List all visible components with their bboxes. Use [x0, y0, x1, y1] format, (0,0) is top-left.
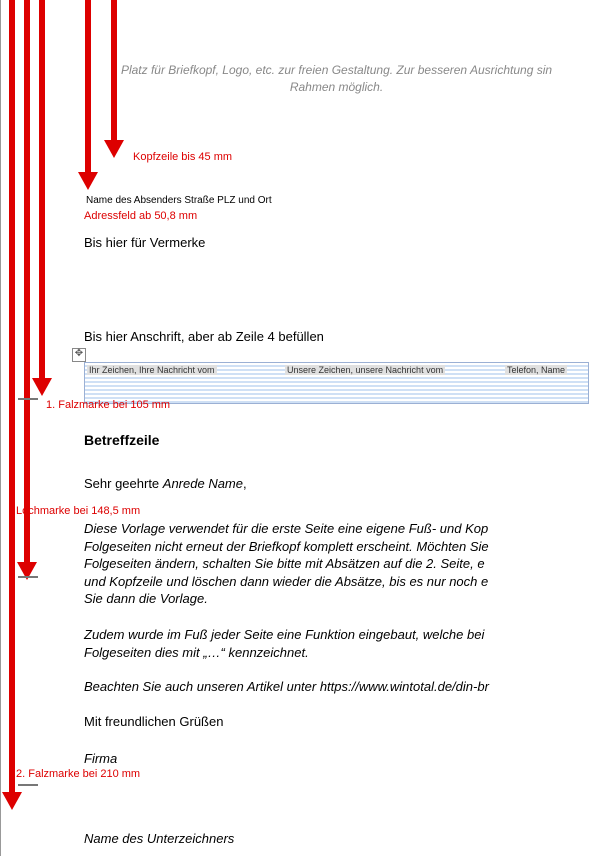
page-left-border [0, 0, 1, 856]
arrow-head-icon [2, 792, 22, 810]
salutation-suffix: , [243, 476, 247, 491]
ref-label-ours: Unsere Zeichen, unsere Nachricht vom [285, 365, 445, 375]
remarks-line: Bis hier für Vermerke [84, 234, 205, 252]
body-p7: Folgeseiten dies mit „…“ kennzeichnet. [84, 644, 589, 662]
ref-label-phone: Telefon, Name [505, 365, 567, 375]
body-p8: Beachten Sie auch unseren Artikel unter … [84, 678, 589, 696]
arrow-line [9, 0, 15, 792]
falzmarke-2-tick [18, 784, 38, 786]
body-block-3: Beachten Sie auch unseren Artikel unter … [84, 678, 589, 696]
body-p2: Folgeseiten nicht erneut der Briefkopf k… [84, 538, 589, 556]
reference-table[interactable]: Ihr Zeichen, Ihre Nachricht vom Unsere Z… [84, 362, 589, 404]
arrow-head-icon [32, 378, 52, 396]
subject-line: Betreffzeile [84, 432, 589, 448]
sender-line: Name des Absenders Straße PLZ und Ort [86, 195, 272, 206]
label-lochmarke: Lochmarke bei 148,5 mm [16, 505, 140, 517]
arrow-line [24, 0, 30, 562]
arrow-head-icon [104, 140, 124, 158]
body-p5: Sie dann die Vorlage. [84, 590, 589, 608]
letter-template-page: Platz für Briefkopf, Logo, etc. zur frei… [0, 0, 589, 856]
body-block-1: Diese Vorlage verwendet für die erste Se… [84, 520, 589, 608]
move-icon: ✥ [75, 348, 83, 359]
salutation-prefix: Sehr geehrte [84, 476, 163, 491]
label-falz2: 2. Falzmarke bei 210 mm [16, 768, 140, 780]
arrow-line [39, 0, 45, 378]
header-line2: Rahmen möglich. [84, 79, 589, 96]
header-placeholder: Platz für Briefkopf, Logo, etc. zur frei… [84, 62, 589, 96]
closing-line: Mit freundlichen Grüßen [84, 713, 589, 731]
signer-line: Name des Unterzeichners [84, 830, 589, 848]
label-adressfeld: Adressfeld ab 50,8 mm [84, 210, 197, 222]
label-kopfzeile: Kopfzeile bis 45 mm [133, 151, 232, 163]
lochmarke-tick [18, 576, 38, 578]
header-line1: Platz für Briefkopf, Logo, etc. zur frei… [84, 62, 589, 79]
salutation-name: Anrede Name [163, 476, 243, 491]
body-block-2: Zudem wurde im Fuß jeder Seite eine Funk… [84, 626, 589, 661]
arrow-head-icon [78, 172, 98, 190]
body-p1: Diese Vorlage verwendet für die erste Se… [84, 520, 589, 538]
salutation: Sehr geehrte Anrede Name, [84, 475, 589, 493]
table-move-handle[interactable]: ✥ [72, 348, 86, 362]
address-line: Bis hier Anschrift, aber ab Zeile 4 befü… [84, 328, 324, 346]
firma-line: Firma [84, 750, 589, 768]
body-p3: Folgeseiten ändern, schalten Sie bitte m… [84, 555, 589, 573]
body-p4: und Kopfzeile und löschen dann wieder di… [84, 573, 589, 591]
falzmarke-1-tick [18, 398, 38, 400]
body-p6: Zudem wurde im Fuß jeder Seite eine Funk… [84, 626, 589, 644]
ref-label-yours: Ihr Zeichen, Ihre Nachricht vom [87, 365, 217, 375]
label-falz1: 1. Falzmarke bei 105 mm [46, 399, 170, 411]
